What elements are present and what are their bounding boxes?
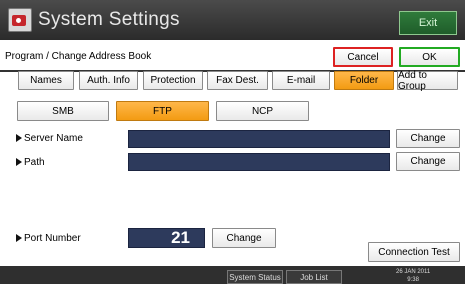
tab-folder[interactable]: Folder xyxy=(334,71,394,90)
path-change-button[interactable]: Change xyxy=(396,152,460,171)
cancel-button[interactable]: Cancel xyxy=(333,47,393,67)
server-name-change-button[interactable]: Change xyxy=(396,129,460,148)
job-list-button[interactable]: Job List xyxy=(286,270,342,284)
date-text: 26 JAN 2011 xyxy=(396,269,431,275)
time-text: 9:38 xyxy=(407,277,419,283)
triangle-right-icon xyxy=(16,158,22,167)
system-status-button[interactable]: System Status xyxy=(227,270,283,284)
date-time-display: 26 JAN 2011 9:38 xyxy=(396,268,430,284)
server-name-field[interactable] xyxy=(128,130,390,148)
exit-button[interactable]: Exit xyxy=(399,11,457,35)
port-number-change-button[interactable]: Change xyxy=(212,228,276,248)
tab-add-to-group[interactable]: Add to Group xyxy=(397,70,458,92)
tab-email[interactable]: E-mail xyxy=(272,71,330,90)
connection-test-button[interactable]: Connection Test xyxy=(368,242,460,262)
ok-button[interactable]: OK xyxy=(399,47,460,67)
page-title: System Settings xyxy=(38,9,180,30)
page-label: Program / Change Address Book xyxy=(5,51,152,62)
triangle-right-icon xyxy=(16,134,22,143)
tab-names[interactable]: Names xyxy=(18,71,74,90)
path-field[interactable] xyxy=(128,153,390,171)
server-name-label: Server Name xyxy=(16,133,83,144)
path-label: Path xyxy=(16,157,45,168)
protocol-smb-button[interactable]: SMB xyxy=(17,101,109,121)
tab-protection[interactable]: Protection xyxy=(143,71,203,90)
triangle-right-icon xyxy=(16,234,22,243)
tab-fax-dest[interactable]: Fax Dest. xyxy=(207,71,268,90)
port-number-label: Port Number xyxy=(16,233,81,244)
tab-auth-info[interactable]: Auth. Info xyxy=(79,71,138,90)
port-number-field[interactable]: 21 xyxy=(128,228,205,248)
protocol-ncp-button[interactable]: NCP xyxy=(216,101,309,121)
protocol-ftp-button[interactable]: FTP xyxy=(116,101,209,121)
system-settings-icon xyxy=(8,8,32,32)
